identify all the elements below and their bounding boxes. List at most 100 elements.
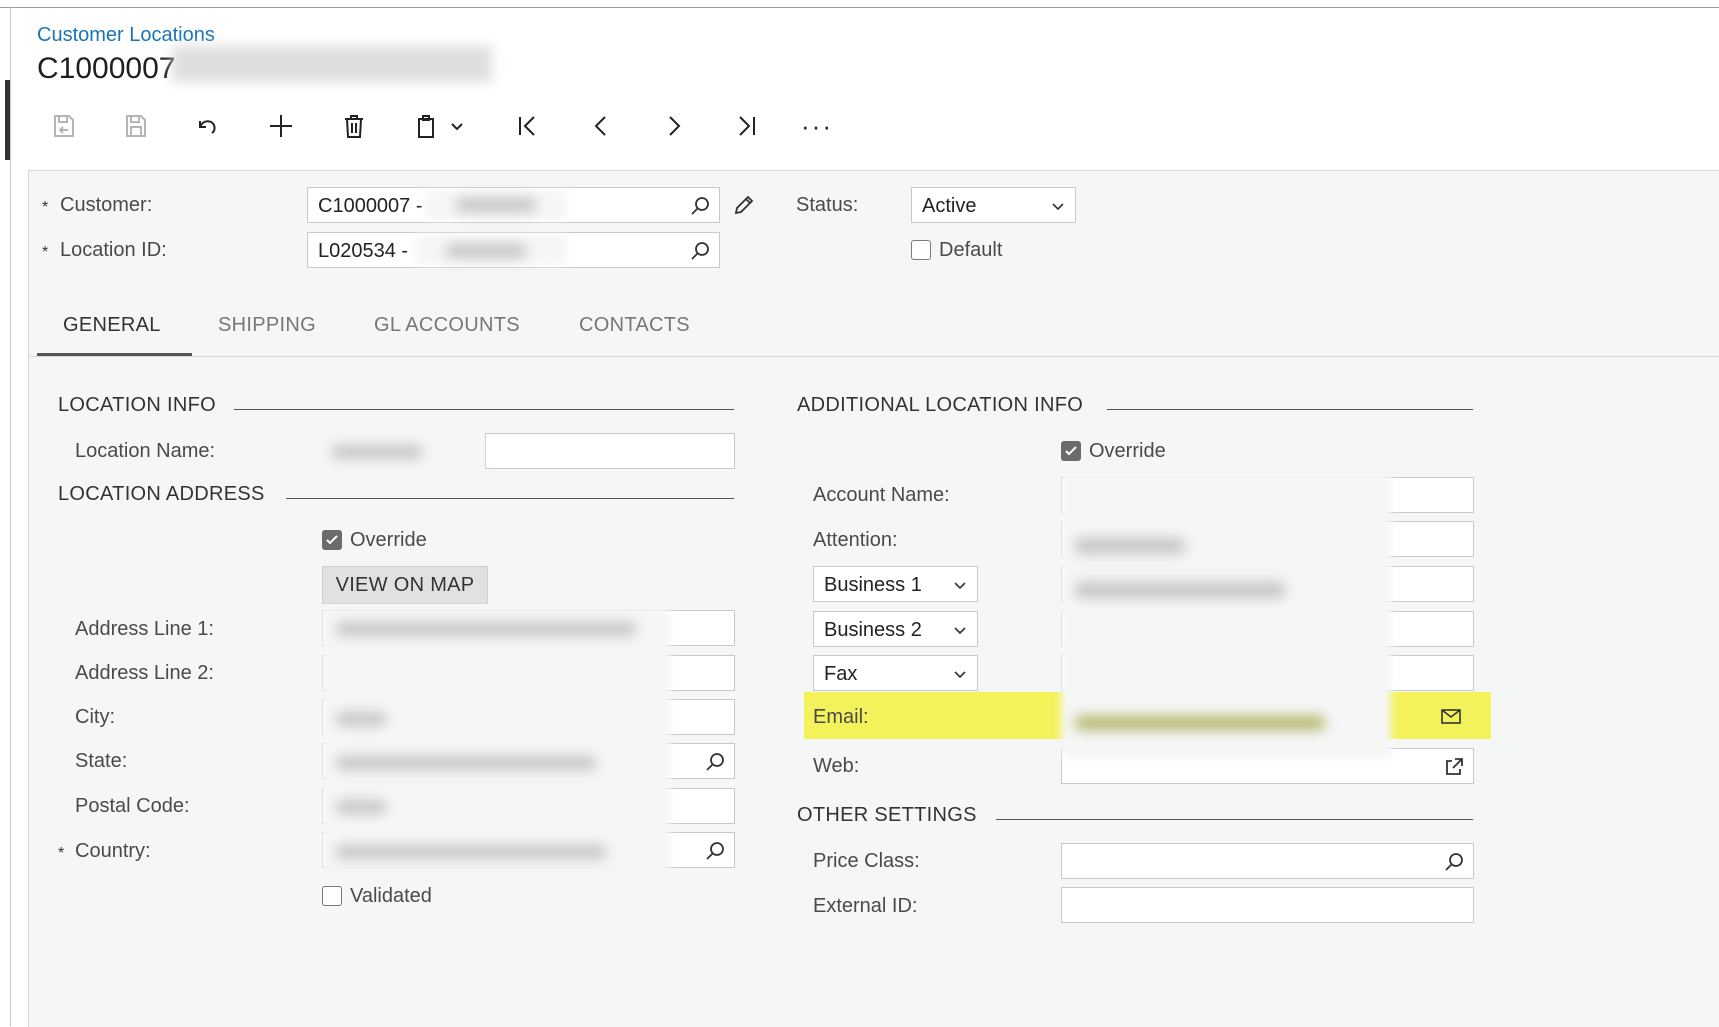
phone2-type-value: Business 2 [824,619,922,641]
copy-paste-dropdown[interactable] [446,106,468,146]
page-title: C1000007 [37,52,176,85]
checkmark-icon [326,535,338,545]
web-label: Web: [813,755,860,777]
active-tab-indicator [37,353,192,356]
breadcrumb[interactable]: Customer Locations [37,24,215,47]
address-line1-label: Address Line 1: [75,618,214,640]
edit-pencil-icon[interactable] [732,193,756,217]
required-marker: * [42,244,49,261]
price-class-label: Price Class: [813,850,920,872]
phone2-type-select[interactable]: Business 2 [813,611,978,647]
customer-label: Customer: [60,194,153,216]
left-accent-bar [5,80,10,160]
fax-type-select[interactable]: Fax [813,655,978,691]
other-settings-title: OTHER SETTINGS [797,804,977,826]
first-record-icon [519,116,535,136]
tab-gl-accounts[interactable]: GL ACCOUNTS [374,314,520,337]
required-marker: * [58,845,65,862]
status-value: Active [922,195,977,217]
first-record-button[interactable] [508,106,548,146]
status-label: Status: [796,194,859,216]
previous-record-icon [594,116,606,136]
tab-general[interactable]: GENERAL [63,314,161,337]
status-select[interactable]: Active [911,187,1076,223]
required-marker: * [42,199,49,216]
mail-icon[interactable] [1440,705,1462,727]
tab-shipping[interactable]: SHIPPING [218,314,316,337]
next-record-button[interactable] [654,106,694,146]
state-label: State: [75,750,128,772]
redacted-location-name-value [322,432,482,470]
search-icon[interactable] [689,195,711,217]
tab-contacts[interactable]: CONTACTS [579,314,690,337]
tabs-divider [28,356,1719,357]
contact-override-checkbox[interactable] [1061,441,1081,461]
price-class-field[interactable] [1061,843,1474,879]
location-info-title: LOCATION INFO [58,394,216,416]
last-record-button[interactable] [726,106,766,146]
more-button[interactable]: ··· [797,106,837,146]
customer-field[interactable]: C1000007 - [307,187,720,223]
next-record-icon [669,116,681,136]
section-divider [286,498,734,499]
redacted-customer-name [426,190,566,220]
search-icon[interactable] [704,751,726,773]
redacted-title-text [172,46,492,82]
phone1-type-select[interactable]: Business 1 [813,566,978,602]
copy-paste-icon [418,115,434,138]
fax-type-value: Fax [824,663,858,685]
undo-icon [199,120,216,134]
phone1-type-value: Business 1 [824,574,922,596]
customer-value: C1000007 - [318,195,423,217]
search-icon[interactable] [1443,851,1465,873]
contact-override-label: Override [1089,440,1166,462]
external-id-field[interactable] [1061,887,1474,923]
undo-button[interactable] [188,106,228,146]
save-icon [126,115,146,137]
save-close-icon [54,115,74,137]
location-name-label: Location Name: [75,440,216,462]
add-button[interactable] [261,106,301,146]
search-icon[interactable] [704,840,726,862]
last-record-icon [739,116,755,136]
chevron-down-icon [1052,203,1064,211]
address-override-label: Override [350,529,427,551]
save-close-button[interactable] [44,106,84,146]
window-left-border [10,7,11,1026]
address-override-checkbox[interactable] [322,530,342,550]
chevron-down-icon [954,627,966,635]
validated-label: Validated [350,885,432,907]
location-id-field[interactable]: L020534 - [307,232,720,268]
country-label: Country: [75,840,151,862]
checkmark-icon [1065,446,1077,456]
default-checkbox[interactable] [911,240,931,260]
additional-location-info-title: ADDITIONAL LOCATION INFO [797,394,1084,416]
chevron-down-icon [954,671,966,679]
view-on-map-button[interactable]: VIEW ON MAP [322,566,488,604]
section-divider [1107,409,1473,410]
chevron-down-icon [954,582,966,590]
redacted-contact-values [1061,474,1391,758]
location-id-value: L020534 - [318,240,409,262]
search-icon[interactable] [689,240,711,262]
more-icon: ··· [801,110,833,141]
copy-paste-button[interactable] [406,106,446,146]
save-button[interactable] [116,106,156,146]
city-label: City: [75,706,115,728]
previous-record-button[interactable] [581,106,621,146]
location-name-field[interactable] [485,433,735,469]
redacted-location-name [416,235,566,265]
chevron-down-icon [451,123,463,131]
window-top-border [0,7,1719,8]
external-link-icon[interactable] [1443,756,1465,778]
redacted-address-values [322,608,670,872]
delete-button[interactable] [334,106,374,146]
location-address-title: LOCATION ADDRESS [58,483,265,505]
account-name-label: Account Name: [813,484,950,506]
delete-icon [345,115,363,138]
validated-checkbox[interactable] [322,886,342,906]
postal-code-label: Postal Code: [75,795,190,817]
location-id-label: Location ID: [60,239,167,261]
section-divider [234,409,734,410]
email-label: Email: [813,706,869,728]
